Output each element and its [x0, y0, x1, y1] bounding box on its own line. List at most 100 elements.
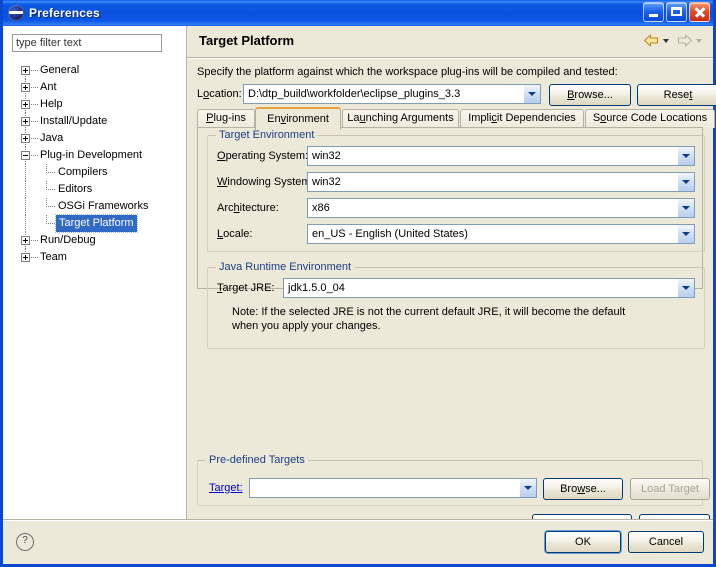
- load-target-button: Load Target: [630, 478, 710, 500]
- sidebar-item-label: Run/Debug: [40, 234, 96, 246]
- tab-bar: Plug-ins Environment Launching Arguments…: [197, 107, 715, 130]
- forward-dropdown-icon: [696, 38, 702, 43]
- sidebar-item-target-platform[interactable]: Target Platform: [3, 214, 186, 233]
- sidebar-item-label: Plug-in Development: [40, 149, 143, 161]
- sidebar-item-ant[interactable]: Ant: [3, 79, 186, 96]
- windowing-system-value: win32: [312, 176, 341, 188]
- sidebar-item-label: Target Platform: [55, 214, 138, 233]
- chevron-down-icon[interactable]: [677, 173, 694, 191]
- expander-icon[interactable]: [21, 253, 30, 262]
- location-combo[interactable]: D:\dtp_build\workfolder\eclipse_plugins_…: [243, 84, 541, 104]
- sidebar-item-help[interactable]: Help: [3, 96, 186, 113]
- close-button[interactable]: [689, 2, 710, 22]
- target-jre-value: jdk1.5.0_04: [288, 282, 345, 294]
- sidebar-item-label: General: [40, 64, 80, 76]
- locale-combo[interactable]: en_US - English (United States): [307, 224, 695, 244]
- operating-system-label: Operating System:: [217, 150, 309, 162]
- page-title: Target Platform: [199, 33, 295, 48]
- dialog-button-bar: ? OK Cancel: [3, 519, 713, 564]
- sidebar-item-general[interactable]: General: [3, 62, 186, 79]
- target-jre-combo[interactable]: jdk1.5.0_04: [283, 278, 695, 298]
- group-title: Java Runtime Environment: [216, 261, 355, 273]
- windowing-system-label: Windowing System:: [217, 176, 314, 188]
- collapse-icon[interactable]: [21, 151, 30, 160]
- sidebar-item-install-update[interactable]: Install/Update: [3, 113, 186, 130]
- page-header: Target Platform: [187, 26, 713, 58]
- expander-icon[interactable]: [21, 100, 30, 109]
- help-icon[interactable]: ?: [16, 533, 34, 551]
- sidebar-item-compilers[interactable]: Compilers: [3, 164, 186, 181]
- back-arrow-icon[interactable]: [643, 33, 660, 48]
- sidebar-item-label: OSGi Frameworks: [58, 200, 149, 212]
- chevron-down-icon[interactable]: [677, 225, 694, 243]
- predefined-target-link[interactable]: Target:: [209, 482, 243, 494]
- forward-arrow-icon: [676, 33, 693, 48]
- tab-source-code-locations[interactable]: Source Code Locations: [585, 109, 715, 128]
- chevron-down-icon[interactable]: [519, 479, 536, 497]
- location-reset-button[interactable]: Reset: [637, 84, 716, 106]
- locale-value: en_US - English (United States): [312, 228, 468, 240]
- sidebar-item-label: Team: [40, 251, 67, 263]
- location-value: D:\dtp_build\workfolder\eclipse_plugins_…: [248, 88, 461, 100]
- operating-system-value: win32: [312, 150, 341, 162]
- history-nav: [643, 33, 706, 48]
- target-jre-label: Target JRE:: [217, 282, 275, 294]
- preference-page-pane: Target Platform Specify the platform aga…: [186, 26, 716, 536]
- ok-button[interactable]: OK: [545, 531, 621, 553]
- filter-input[interactable]: [12, 34, 162, 52]
- preferences-tree-pane: General Ant Help: [3, 26, 186, 520]
- sidebar-item-osgi-frameworks[interactable]: OSGi Frameworks: [3, 198, 186, 215]
- chevron-down-icon[interactable]: [677, 199, 694, 217]
- cancel-button[interactable]: Cancel: [628, 531, 704, 553]
- predefined-browse-button[interactable]: Browse...: [543, 478, 623, 500]
- tab-environment[interactable]: Environment: [255, 107, 341, 130]
- predefined-target-combo[interactable]: [249, 478, 537, 498]
- expander-icon[interactable]: [21, 83, 30, 92]
- tab-launching-arguments[interactable]: Launching Arguments: [342, 109, 459, 128]
- sidebar-item-label: Compilers: [58, 166, 108, 178]
- expander-icon[interactable]: [21, 134, 30, 143]
- group-title: Pre-defined Targets: [206, 454, 308, 466]
- sidebar-item-label: Install/Update: [40, 115, 108, 127]
- sidebar-item-run-debug[interactable]: Run/Debug: [3, 232, 186, 249]
- sidebar-item-editors[interactable]: Editors: [3, 181, 186, 198]
- expander-icon[interactable]: [21, 236, 30, 245]
- page-description: Specify the platform against which the w…: [197, 66, 618, 78]
- windowing-system-combo[interactable]: win32: [307, 172, 695, 192]
- page-content: Specify the platform against which the w…: [187, 58, 716, 536]
- tab-plug-ins[interactable]: Plug-ins: [197, 109, 255, 128]
- sidebar-item-label: Help: [40, 98, 63, 110]
- jre-note-line2: when you apply your changes.: [232, 320, 381, 332]
- tab-implicit-dependencies[interactable]: Implicit Dependencies: [460, 109, 584, 128]
- title-bar[interactable]: Preferences: [3, 0, 713, 26]
- architecture-label: Architecture:: [217, 202, 279, 214]
- minimize-button[interactable]: [643, 2, 664, 22]
- window-controls: [643, 2, 710, 22]
- architecture-combo[interactable]: x86: [307, 198, 695, 218]
- sidebar-item-label: Ant: [40, 81, 57, 93]
- dialog-body: General Ant Help: [3, 26, 716, 564]
- chevron-down-icon[interactable]: [677, 147, 694, 165]
- back-dropdown-icon[interactable]: [663, 38, 669, 43]
- location-label: Location:: [197, 88, 242, 100]
- maximize-button[interactable]: [666, 2, 687, 22]
- sidebar-item-label: Java: [40, 132, 64, 144]
- location-browse-button[interactable]: Browse...: [549, 84, 631, 106]
- expander-icon[interactable]: [21, 66, 30, 75]
- jre-note-line1: Note: If the selected JRE is not the cur…: [232, 306, 626, 318]
- group-title: Target Environment: [216, 129, 318, 141]
- chevron-down-icon[interactable]: [523, 85, 540, 103]
- locale-label: Locale:: [217, 228, 253, 240]
- preferences-dialog: Preferences General: [0, 0, 716, 567]
- preferences-tree[interactable]: General Ant Help Install/Update Java Plu…: [3, 60, 186, 520]
- architecture-value: x86: [312, 202, 330, 214]
- operating-system-combo[interactable]: win32: [307, 146, 695, 166]
- sidebar-item-java[interactable]: Java: [3, 130, 186, 147]
- eclipse-globe-icon: [8, 5, 24, 21]
- expander-icon[interactable]: [21, 117, 30, 126]
- sidebar-item-team[interactable]: Team: [3, 249, 186, 266]
- chevron-down-icon[interactable]: [677, 279, 694, 297]
- sidebar-item-label: Editors: [58, 183, 93, 195]
- window-title: Preferences: [29, 6, 100, 20]
- sidebar-item-plugin-development[interactable]: Plug-in Development: [3, 147, 186, 164]
